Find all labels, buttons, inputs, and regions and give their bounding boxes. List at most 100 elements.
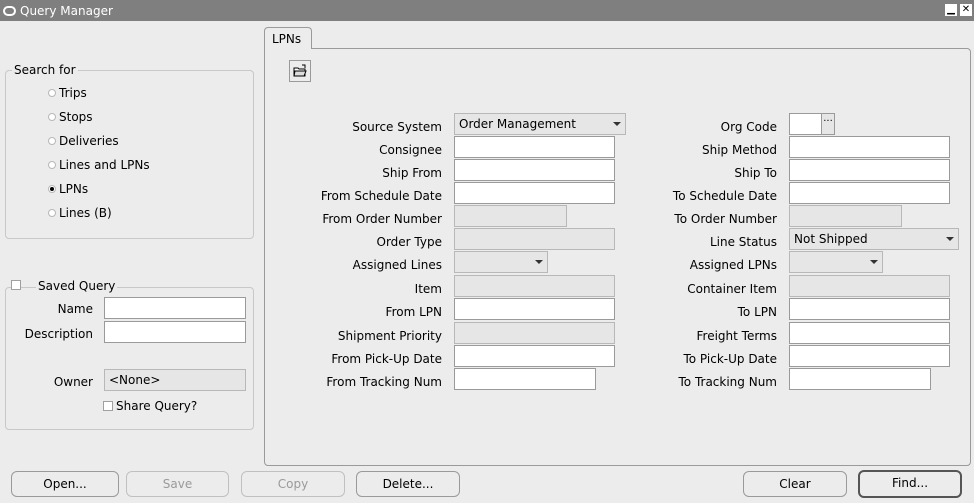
item-label: Item xyxy=(414,282,442,296)
save-button[interactable]: Save xyxy=(126,471,229,497)
radio-lpns[interactable]: LPNs xyxy=(48,181,88,197)
assigned-lines-label: Assigned Lines xyxy=(352,258,442,272)
from-schedule-date-field[interactable] xyxy=(454,182,615,204)
radio-icon[interactable] xyxy=(48,161,56,169)
ship-to-field[interactable] xyxy=(789,159,950,181)
source-system-select[interactable]: Order Management xyxy=(454,113,626,135)
description-field[interactable] xyxy=(104,321,246,343)
owner-field: <None> xyxy=(104,369,246,391)
from-lpn-field[interactable] xyxy=(454,298,615,320)
share-query-checkbox[interactable] xyxy=(103,401,113,411)
open-button[interactable]: Open... xyxy=(11,471,119,497)
dropdown-arrow-icon xyxy=(870,260,878,264)
from-order-number-label: From Order Number xyxy=(322,212,442,226)
copy-button[interactable]: Copy xyxy=(241,471,345,497)
radio-label: LPNs xyxy=(59,182,89,196)
from-pickup-date-field[interactable] xyxy=(454,345,615,367)
container-item-field xyxy=(789,275,950,297)
order-type-label: Order Type xyxy=(376,235,442,249)
shipment-priority-field xyxy=(454,322,615,344)
share-query-option[interactable]: Share Query? xyxy=(103,399,197,413)
to-schedule-date-label: To Schedule Date xyxy=(672,189,777,203)
radio-icon[interactable] xyxy=(48,137,56,145)
dropdown-arrow-icon xyxy=(613,122,621,126)
oracle-logo-icon xyxy=(3,5,16,16)
window-title: Query Manager xyxy=(20,3,113,18)
radio-lines-and-lpns[interactable]: Lines and LPNs xyxy=(48,157,150,173)
tab-lpns[interactable]: LPNs xyxy=(264,27,312,49)
to-tracking-num-label: To Tracking Num xyxy=(678,375,778,389)
from-pickup-date-label: From Pick-Up Date xyxy=(331,352,442,366)
find-button[interactable]: Find... xyxy=(858,470,962,498)
to-lpn-label: To LPN xyxy=(737,305,777,319)
description-label: Description xyxy=(24,327,93,341)
radio-icon[interactable] xyxy=(48,89,56,97)
radio-label: Deliveries xyxy=(59,134,119,148)
from-tracking-num-label: From Tracking Num xyxy=(326,375,442,389)
assigned-lpns-label: Assigned LPNs xyxy=(689,258,777,272)
radio-lines[interactable]: Lines (B) xyxy=(48,205,112,221)
radio-label: Trips xyxy=(59,86,87,100)
to-order-number-label: To Order Number xyxy=(674,212,777,226)
radio-selected-icon[interactable] xyxy=(48,185,56,193)
container-item-label: Container Item xyxy=(687,282,777,296)
org-code-lov-button[interactable]: ··· xyxy=(821,113,835,135)
saved-query-legend: Saved Query xyxy=(36,279,118,293)
open-folder-button[interactable] xyxy=(289,60,311,82)
source-system-value: Order Management xyxy=(459,117,576,131)
ellipsis-icon: ··· xyxy=(823,116,833,127)
radio-label: Stops xyxy=(59,110,93,124)
radio-label: Lines (B) xyxy=(59,206,112,220)
dropdown-arrow-icon xyxy=(946,237,954,241)
title-bar: Query Manager xyxy=(0,0,974,21)
org-code-field[interactable] xyxy=(789,113,822,135)
radio-trips[interactable]: Trips xyxy=(48,85,87,101)
to-schedule-date-field[interactable] xyxy=(789,182,950,204)
ship-method-label: Ship Method xyxy=(702,143,777,157)
to-lpn-field[interactable] xyxy=(789,298,950,320)
ship-from-field[interactable] xyxy=(454,159,615,181)
radio-stops[interactable]: Stops xyxy=(48,109,93,125)
clear-button[interactable]: Clear xyxy=(743,471,847,497)
assigned-lines-select[interactable] xyxy=(454,251,548,273)
consignee-label: Consignee xyxy=(379,143,442,157)
consignee-field[interactable] xyxy=(454,136,615,158)
to-pickup-date-field[interactable] xyxy=(789,345,950,367)
to-tracking-num-field[interactable] xyxy=(789,368,931,390)
radio-label: Lines and LPNs xyxy=(59,158,150,172)
dropdown-arrow-icon xyxy=(535,260,543,264)
name-label: Name xyxy=(57,302,93,316)
item-field xyxy=(454,275,615,297)
to-pickup-date-label: To Pick-Up Date xyxy=(683,352,777,366)
line-status-select[interactable]: Not Shipped xyxy=(789,228,959,250)
close-icon[interactable]: ✕ xyxy=(960,4,972,16)
owner-label: Owner xyxy=(53,375,93,389)
freight-terms-field[interactable] xyxy=(789,322,950,344)
line-status-label: Line Status xyxy=(709,235,777,249)
from-order-number-field xyxy=(454,205,567,227)
order-type-field xyxy=(454,228,615,250)
ship-to-label: Ship To xyxy=(734,166,777,180)
freight-terms-label: Freight Terms xyxy=(696,329,778,343)
radio-icon[interactable] xyxy=(48,209,56,217)
org-code-label: Org Code xyxy=(720,120,777,134)
name-field[interactable] xyxy=(104,297,246,319)
from-tracking-num-field[interactable] xyxy=(454,368,596,390)
radio-deliveries[interactable]: Deliveries xyxy=(48,133,119,149)
to-order-number-field xyxy=(789,205,902,227)
ship-method-field[interactable] xyxy=(789,136,950,158)
delete-button[interactable]: Delete... xyxy=(356,471,460,497)
line-status-value: Not Shipped xyxy=(794,232,868,246)
search-for-group xyxy=(5,70,254,239)
radio-icon[interactable] xyxy=(48,113,56,121)
folder-icon xyxy=(293,64,307,77)
search-for-legend: Search for xyxy=(12,63,78,77)
share-query-label: Share Query? xyxy=(116,399,198,413)
ship-from-label: Ship From xyxy=(382,166,442,180)
minimize-icon[interactable]: ▁ xyxy=(945,4,957,16)
shipment-priority-label: Shipment Priority xyxy=(337,329,442,343)
from-lpn-label: From LPN xyxy=(385,305,442,319)
assigned-lpns-select[interactable] xyxy=(789,251,883,273)
source-system-label: Source System xyxy=(352,120,442,134)
saved-query-checkbox[interactable] xyxy=(11,280,21,290)
